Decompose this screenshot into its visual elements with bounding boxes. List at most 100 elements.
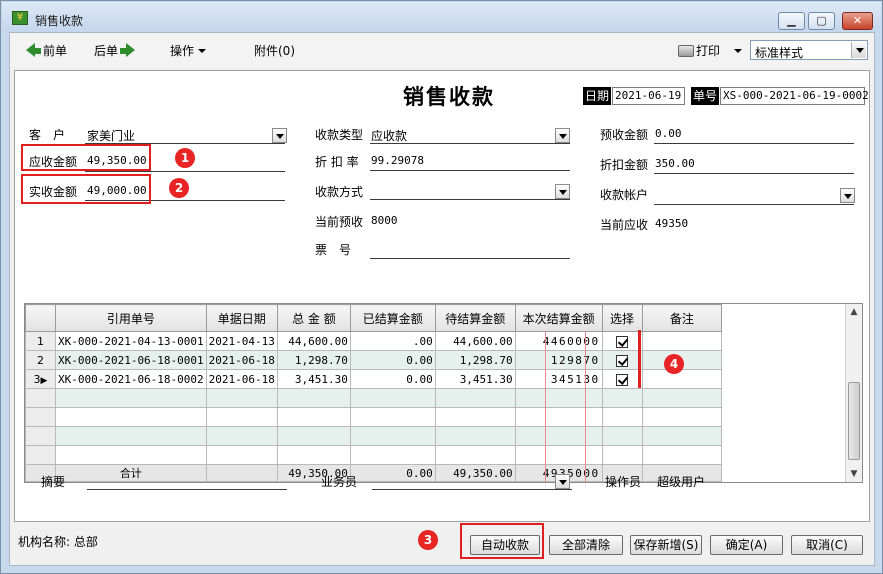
scroll-down-icon[interactable]: ▼ xyxy=(846,466,862,482)
attachment-button[interactable]: 附件(0) xyxy=(254,42,295,59)
maximize-button[interactable]: ▢ xyxy=(808,12,835,30)
cancel-button[interactable]: 取消(C) xyxy=(791,535,863,555)
operate-menu[interactable]: 操作 xyxy=(170,42,207,59)
cell-date[interactable]: 2021-04-13 xyxy=(205,331,278,351)
cell-settled[interactable]: .00 xyxy=(349,331,436,351)
header-select[interactable]: 选择 xyxy=(601,304,643,332)
cell[interactable] xyxy=(641,407,723,427)
prepay-field[interactable]: 0.00 xyxy=(655,127,682,140)
salesman-dropdown-icon[interactable] xyxy=(555,474,570,489)
cell[interactable] xyxy=(434,388,516,408)
cell[interactable] xyxy=(641,445,723,465)
cell[interactable] xyxy=(54,426,207,446)
doc-no-field[interactable]: XS-000-2021-06-19-0002 xyxy=(720,87,869,105)
header-total[interactable]: 总 金 额 xyxy=(276,304,351,332)
cell-pending[interactable]: 44,600.00 xyxy=(434,331,516,351)
cell[interactable] xyxy=(54,407,207,427)
cell-total[interactable]: 3,451.30 xyxy=(276,369,351,389)
minimize-button[interactable]: ▁ xyxy=(778,12,805,30)
cell[interactable] xyxy=(205,426,278,446)
cell-pending[interactable]: 3,451.30 xyxy=(434,369,516,389)
customer-dropdown-icon[interactable] xyxy=(272,128,287,143)
cell-select[interactable] xyxy=(601,369,643,389)
cell[interactable] xyxy=(349,407,436,427)
header-this-settle[interactable]: 本次结算金额 xyxy=(514,304,603,332)
cell[interactable] xyxy=(54,445,207,465)
type-dropdown-icon[interactable] xyxy=(555,128,570,143)
clear-all-button[interactable]: 全部清除 xyxy=(549,535,623,555)
cell-settled[interactable]: 0.00 xyxy=(349,350,436,370)
cell-ref-no[interactable]: XK-000-2021-06-18-0002 xyxy=(54,369,207,389)
cell-total[interactable]: 44,600.00 xyxy=(276,331,351,351)
cell[interactable] xyxy=(276,445,351,465)
discount-field[interactable]: 350.00 xyxy=(655,157,695,170)
grid-vertical-scrollbar[interactable]: ▲ ▼ xyxy=(845,304,862,482)
cell-date[interactable]: 2021-06-18 xyxy=(205,369,278,389)
table-row-empty[interactable] xyxy=(25,445,862,465)
cell-this-settle[interactable]: 129870 xyxy=(514,350,603,370)
cell[interactable] xyxy=(514,388,603,408)
cell-memo[interactable] xyxy=(641,331,723,351)
table-row-empty[interactable] xyxy=(25,407,862,427)
discount-rate-field[interactable]: 99.29078 xyxy=(371,154,424,167)
print-style-select[interactable]: 标准样式 xyxy=(750,40,868,60)
scroll-up-icon[interactable]: ▲ xyxy=(846,304,862,320)
cell[interactable] xyxy=(601,388,643,408)
cell-settled[interactable]: 0.00 xyxy=(349,369,436,389)
cell-select[interactable] xyxy=(601,331,643,351)
cell[interactable] xyxy=(641,426,723,446)
cell-date[interactable]: 2021-06-18 xyxy=(205,350,278,370)
header-memo[interactable]: 备注 xyxy=(641,304,723,332)
cell[interactable] xyxy=(205,407,278,427)
header-settled[interactable]: 已结算金额 xyxy=(349,304,436,332)
cell[interactable] xyxy=(601,426,643,446)
cell[interactable] xyxy=(641,388,723,408)
cell-this-settle[interactable]: 4460000 xyxy=(514,331,603,351)
cell[interactable] xyxy=(205,388,278,408)
checkbox-checked-icon[interactable] xyxy=(616,373,629,386)
ok-button[interactable]: 确定(A) xyxy=(710,535,783,555)
cell[interactable] xyxy=(434,426,516,446)
save-new-button[interactable]: 保存新增(S) xyxy=(630,535,702,555)
table-row[interactable]: 1 XK-000-2021-04-13-0001 2021-04-13 44,6… xyxy=(25,331,862,351)
cell[interactable] xyxy=(514,426,603,446)
date-field[interactable]: 2021-06-19 xyxy=(612,87,685,105)
close-button[interactable]: ✕ xyxy=(842,12,873,30)
cell[interactable] xyxy=(349,445,436,465)
method-dropdown-icon[interactable] xyxy=(555,184,570,199)
account-dropdown-icon[interactable] xyxy=(840,188,855,203)
table-row-empty[interactable] xyxy=(25,426,862,446)
cell[interactable] xyxy=(276,388,351,408)
cell-select[interactable] xyxy=(601,350,643,370)
header-pending[interactable]: 待结算金额 xyxy=(434,304,516,332)
cell[interactable] xyxy=(349,426,436,446)
cell-ref-no[interactable]: XK-000-2021-06-18-0001 xyxy=(54,350,207,370)
cell-memo[interactable] xyxy=(641,369,723,389)
header-date[interactable]: 单据日期 xyxy=(205,304,278,332)
cell[interactable] xyxy=(514,445,603,465)
table-row[interactable]: 2 XK-000-2021-06-18-0001 2021-06-18 1,29… xyxy=(25,350,862,370)
table-row-empty[interactable] xyxy=(25,388,862,408)
title-bar[interactable]: ¥ 销售收款 ▁ ▢ ✕ xyxy=(2,2,881,32)
scroll-thumb[interactable] xyxy=(848,382,860,460)
next-button[interactable]: 后单 xyxy=(94,42,136,59)
cell[interactable] xyxy=(434,407,516,427)
cell[interactable] xyxy=(54,388,207,408)
cell-ref-no[interactable]: XK-000-2021-04-13-0001 xyxy=(54,331,207,351)
cell[interactable] xyxy=(205,445,278,465)
checkbox-checked-icon[interactable] xyxy=(616,354,629,367)
cell-pending[interactable]: 1,298.70 xyxy=(434,350,516,370)
cell-this-settle[interactable]: 345130 xyxy=(514,369,603,389)
print-button[interactable]: 打印 xyxy=(678,42,743,59)
cell-total[interactable]: 1,298.70 xyxy=(276,350,351,370)
type-field[interactable]: 应收款 xyxy=(371,127,407,144)
cell[interactable] xyxy=(601,445,643,465)
customer-field[interactable]: 家美门业 xyxy=(87,127,135,144)
cell[interactable] xyxy=(349,388,436,408)
checkbox-checked-icon[interactable] xyxy=(616,335,629,348)
cell[interactable] xyxy=(276,407,351,427)
dropdown-arrow-icon[interactable] xyxy=(851,42,866,58)
cell[interactable] xyxy=(276,426,351,446)
cell[interactable] xyxy=(601,407,643,427)
auto-collect-button[interactable]: 自动收款 xyxy=(470,535,540,555)
